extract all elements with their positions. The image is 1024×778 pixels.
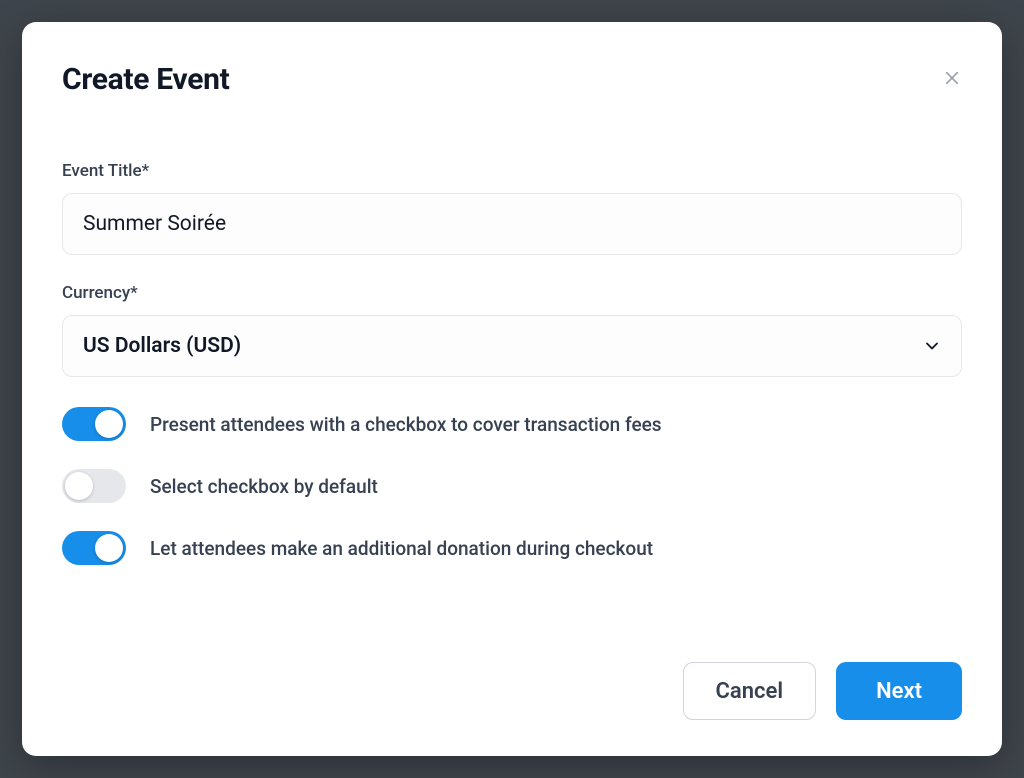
default-checked-toggle[interactable]	[62, 469, 126, 503]
close-icon	[943, 69, 961, 87]
toggle-knob	[95, 410, 123, 438]
toggles-section: Present attendees with a checkbox to cov…	[62, 407, 962, 565]
next-button[interactable]: Next	[836, 662, 962, 720]
cover-fees-label: Present attendees with a checkbox to cov…	[150, 413, 662, 436]
toggle-knob	[95, 534, 123, 562]
modal-footer: Cancel Next	[22, 638, 1002, 756]
toggle-row-default-checked: Select checkbox by default	[62, 469, 962, 503]
modal-title: Create Event	[62, 62, 229, 97]
toggle-knob	[65, 472, 93, 500]
modal-header: Create Event	[22, 22, 1002, 97]
currency-label: Currency*	[62, 283, 962, 303]
close-button[interactable]	[938, 64, 966, 92]
toggle-row-cover-fees: Present attendees with a checkbox to cov…	[62, 407, 962, 441]
currency-group: Currency* US Dollars (USD)	[62, 283, 962, 377]
event-title-input[interactable]	[62, 193, 962, 255]
toggle-row-additional-donation: Let attendees make an additional donatio…	[62, 531, 962, 565]
cover-fees-toggle[interactable]	[62, 407, 126, 441]
default-checked-label: Select checkbox by default	[150, 475, 378, 498]
additional-donation-toggle[interactable]	[62, 531, 126, 565]
currency-select-wrap: US Dollars (USD)	[62, 315, 962, 377]
currency-select[interactable]: US Dollars (USD)	[62, 315, 962, 377]
create-event-modal: Create Event Event Title* Currency* US D…	[22, 22, 1002, 756]
event-title-group: Event Title*	[62, 161, 962, 255]
additional-donation-label: Let attendees make an additional donatio…	[150, 537, 653, 560]
cancel-button[interactable]: Cancel	[683, 662, 817, 720]
modal-body: Event Title* Currency* US Dollars (USD) …	[22, 97, 1002, 638]
event-title-label: Event Title*	[62, 161, 962, 181]
